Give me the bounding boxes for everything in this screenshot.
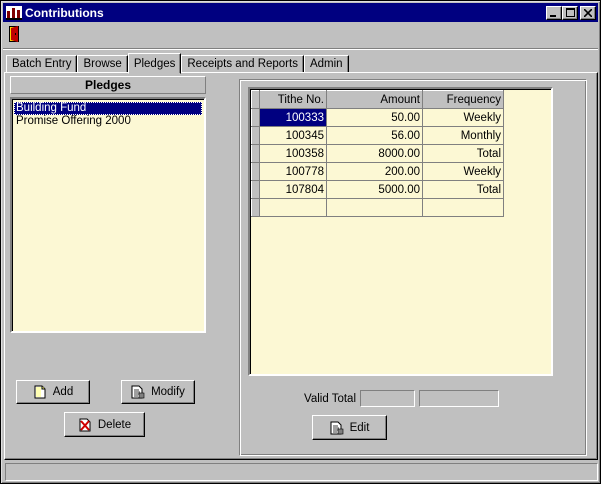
exit-door-icon[interactable]	[9, 26, 21, 42]
minimize-button[interactable]	[546, 5, 562, 20]
status-bar	[5, 463, 598, 481]
delete-button[interactable]: Delete	[64, 412, 145, 437]
edit-button[interactable]: Edit	[312, 415, 387, 440]
column-header-frequency[interactable]: Frequency	[422, 90, 504, 109]
tab-browse[interactable]: Browse	[77, 55, 128, 73]
new-row[interactable]	[251, 198, 504, 217]
table-row[interactable]: 100358 8000.00 Total	[251, 144, 504, 163]
row-selector[interactable]	[251, 180, 260, 199]
app-icon	[6, 5, 22, 20]
column-header-amount[interactable]: Amount	[326, 90, 423, 109]
grid-header-row: Tithe No. Amount Frequency	[251, 90, 504, 109]
row-selector[interactable]	[251, 108, 260, 127]
toolbar-separator	[3, 48, 598, 50]
table-row[interactable]: 100345 56.00 Monthly	[251, 126, 504, 145]
tab-receipts-and-reports[interactable]: Receipts and Reports	[181, 55, 304, 73]
cell-tithe-no[interactable]: 100358	[259, 144, 327, 163]
modify-page-icon	[131, 385, 145, 399]
cell-amount[interactable]	[326, 198, 423, 217]
column-header-tithe-no[interactable]: Tithe No.	[259, 90, 327, 109]
cell-amount[interactable]: 56.00	[326, 126, 423, 145]
minimize-icon	[550, 14, 556, 17]
tab-batch-entry[interactable]: Batch Entry	[6, 55, 78, 73]
pledges-header: Pledges	[10, 76, 206, 94]
cell-tithe-no[interactable]	[259, 198, 327, 217]
contributions-window: Contributions Batch Entry Browse Pledges…	[0, 0, 601, 484]
row-selector[interactable]	[251, 126, 260, 145]
table-row[interactable]: 107804 5000.00 Total	[251, 180, 504, 199]
delete-page-icon	[79, 418, 91, 431]
tab-strip: Batch Entry Browse Pledges Receipts and …	[6, 53, 349, 74]
cell-amount[interactable]: 200.00	[326, 162, 423, 181]
row-selector[interactable]	[251, 162, 260, 181]
table-row[interactable]: 100778 200.00 Weekly	[251, 162, 504, 181]
add-button[interactable]: Add	[16, 380, 90, 404]
row-selector[interactable]	[251, 198, 260, 217]
edit-page-icon	[330, 421, 343, 434]
cell-frequency[interactable]: Monthly	[422, 126, 504, 145]
cell-tithe-no[interactable]: 100333	[259, 108, 327, 127]
cell-frequency[interactable]: Total	[422, 180, 504, 199]
toolbar	[3, 23, 598, 47]
tab-admin[interactable]: Admin	[303, 55, 349, 73]
tithe-grid[interactable]: Tithe No. Amount Frequency 100333 50.00 …	[248, 87, 553, 376]
cell-amount[interactable]: 5000.00	[326, 180, 423, 199]
valid-total-field-2	[419, 390, 499, 407]
add-page-icon	[34, 385, 46, 399]
tithe-table: Tithe No. Amount Frequency 100333 50.00 …	[251, 90, 504, 217]
cell-frequency[interactable]	[422, 198, 504, 217]
cell-tithe-no[interactable]: 100778	[259, 162, 327, 181]
valid-total-label: Valid Total	[304, 393, 356, 405]
cell-amount[interactable]: 50.00	[326, 108, 423, 127]
maximize-button[interactable]	[562, 5, 578, 20]
pledge-list[interactable]: Building Fund Promise Offering 2000	[10, 97, 206, 333]
modify-button[interactable]: Modify	[121, 380, 195, 404]
cell-tithe-no[interactable]: 100345	[259, 126, 327, 145]
pledge-item[interactable]: Promise Offering 2000	[14, 115, 202, 128]
title-bar: Contributions	[3, 3, 598, 22]
window-title: Contributions	[25, 5, 104, 20]
cell-frequency[interactable]: Total	[422, 144, 504, 163]
close-button[interactable]	[580, 5, 596, 20]
row-selector-header	[251, 90, 260, 109]
tab-pledges[interactable]: Pledges	[127, 53, 182, 74]
valid-total-field-1	[360, 390, 415, 407]
maximize-icon	[565, 8, 575, 17]
table-row[interactable]: 100333 50.00 Weekly	[251, 108, 504, 127]
pledge-item[interactable]: Building Fund	[14, 102, 202, 115]
row-selector[interactable]	[251, 144, 260, 163]
cell-frequency[interactable]: Weekly	[422, 162, 504, 181]
cell-amount[interactable]: 8000.00	[326, 144, 423, 163]
cell-tithe-no[interactable]: 107804	[259, 180, 327, 199]
cell-frequency[interactable]: Weekly	[422, 108, 504, 127]
close-icon	[584, 8, 592, 17]
